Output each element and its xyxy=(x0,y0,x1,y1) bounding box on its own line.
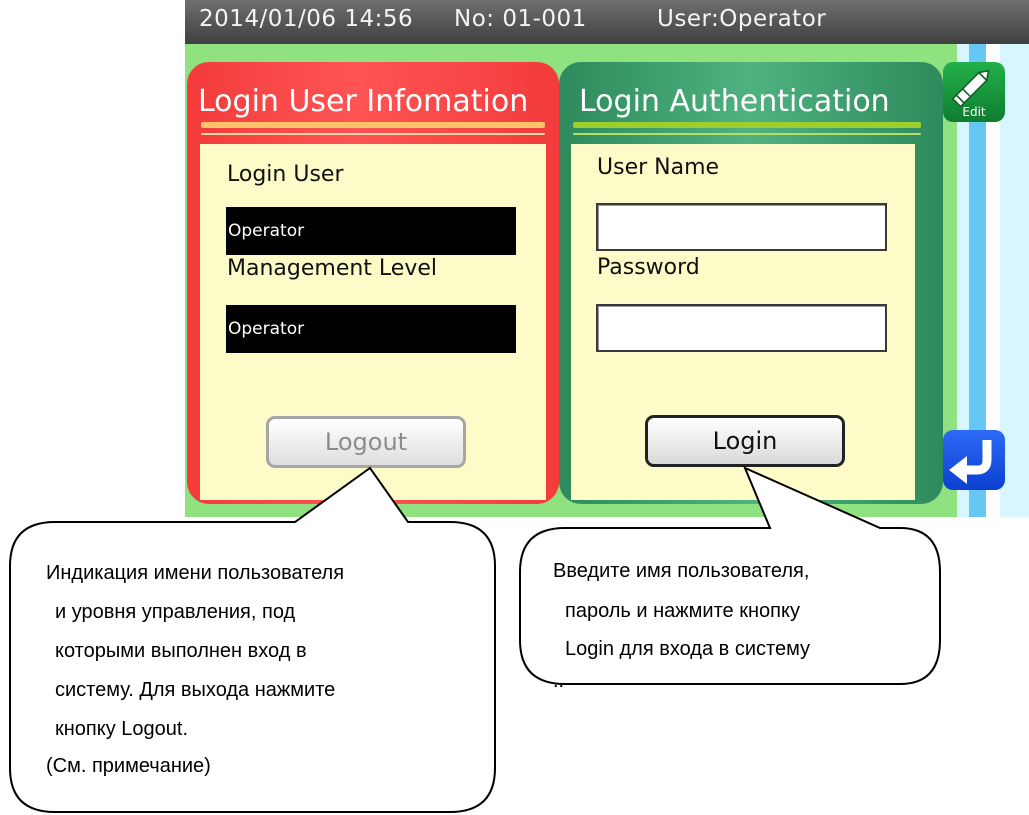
callout-left-line-5: кнопку Logout. xyxy=(55,718,189,740)
callout-right-line-3: Login для входа в систему xyxy=(565,638,811,660)
callout-left-line-2: и уровня управления, под xyxy=(55,601,296,623)
callout-right-line-4: .. xyxy=(553,670,565,692)
callout-left-line-4: систему. Для выхода нажмите xyxy=(55,679,336,701)
callout-left-line-3: которыми выполнен вход в xyxy=(55,640,307,662)
callout-left-line-1: Индикация имени пользователя xyxy=(46,562,345,584)
callout-right-line-2: пароль и нажмите кнопку xyxy=(565,600,800,622)
callout-right-line-1: Введите имя пользователя, xyxy=(553,560,810,582)
callout-left-line-6: (См. примечание) xyxy=(46,755,211,777)
